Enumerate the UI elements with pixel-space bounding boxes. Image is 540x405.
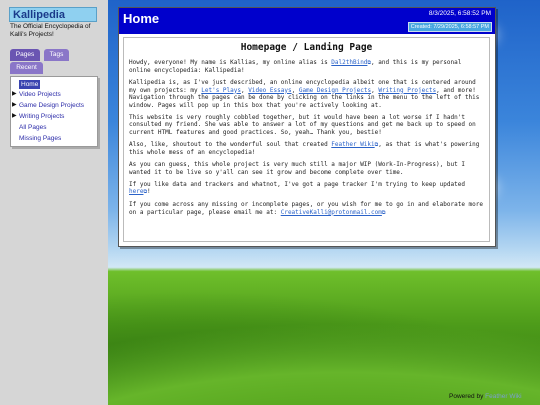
nav-item-game-design-projects[interactable]: Game Design Projects: [19, 101, 84, 110]
expand-arrow-icon[interactable]: ▶: [12, 101, 17, 110]
text: Also, like, shoutout to the wonderful so…: [129, 140, 332, 148]
feather-wiki-footer-link[interactable]: Feather Wiki: [485, 393, 521, 400]
nav-item-home[interactable]: Home: [19, 80, 41, 89]
paragraph: If you come across any missing or incomp…: [129, 201, 484, 217]
nav-menu: Home ▶ Video Projects ▶ Game Design Proj…: [10, 76, 98, 147]
game-design-projects-link[interactable]: Game Design Projects: [299, 87, 371, 94]
paragraph: This website is very roughly cobbled tog…: [129, 113, 476, 136]
tab-pages[interactable]: Pages: [10, 49, 40, 61]
paragraph: As you can guess, this whole project is …: [129, 161, 465, 176]
nav-item-writing-projects[interactable]: Writing Projects: [19, 112, 64, 121]
writing-projects-link[interactable]: Writing Projects: [378, 87, 436, 94]
article-content: Homepage / Landing Page Howdy, everyone!…: [123, 37, 490, 242]
nav-item-all-pages[interactable]: All Pages: [19, 123, 46, 132]
email-link[interactable]: CreativeKalli@protonmail.com: [281, 209, 382, 216]
alias-link[interactable]: Dal2thBind: [331, 59, 367, 66]
external-link-icon: ⧉: [381, 209, 386, 216]
video-essays-link[interactable]: Video Essays: [248, 87, 291, 94]
tracker-link[interactable]: here: [129, 188, 143, 195]
text: If you like data and trackers and whatno…: [129, 180, 465, 188]
powered-by: Powered by Feather Wiki: [449, 393, 522, 400]
site-logo[interactable]: Kallipedia: [9, 7, 97, 22]
paragraph: Kallipedia is, as I've just described, a…: [129, 79, 484, 109]
window-titlebar[interactable]: Home 8/3/2025, 6:58:52 PM Created: 7/29/…: [119, 8, 495, 34]
text: ,: [291, 86, 299, 94]
text: Howdy, everyone! My name is Kallias, my …: [129, 58, 332, 66]
feather-wiki-link[interactable]: Feather Wiki: [331, 141, 374, 148]
window-title: Home: [123, 11, 160, 26]
tab-tags[interactable]: Tags: [44, 49, 69, 61]
clock: 8/3/2025, 6:58:52 PM: [428, 10, 491, 17]
nav-item-video-projects[interactable]: Video Projects: [19, 90, 61, 99]
page-window: Home 8/3/2025, 6:58:52 PM Created: 7/29/…: [118, 7, 496, 247]
paragraph: If you like data and trackers and whatno…: [129, 181, 484, 197]
lets-plays-link[interactable]: Let's Plays: [201, 87, 241, 94]
text: !: [147, 188, 151, 195]
site-tagline: The Official Encyclopedia of Kalli's Pro…: [10, 23, 91, 38]
paragraph: Also, like, shoutout to the wonderful so…: [129, 141, 484, 157]
expand-arrow-icon[interactable]: ▶: [12, 112, 17, 121]
powered-by-label: Powered by: [449, 393, 486, 400]
nav-item-missing-pages[interactable]: Missing Pages: [19, 134, 61, 143]
expand-arrow-icon[interactable]: ▶: [12, 90, 17, 99]
tab-recent[interactable]: Recent: [10, 62, 43, 74]
sidebar: Kallipedia The Official Encyclopedia of …: [0, 0, 108, 405]
paragraph: Howdy, everyone! My name is Kallias, my …: [129, 59, 484, 75]
created-timestamp: Created: 7/29/2025, 6:58:57 PM: [407, 22, 492, 32]
article-heading: Homepage / Landing Page: [240, 42, 373, 53]
